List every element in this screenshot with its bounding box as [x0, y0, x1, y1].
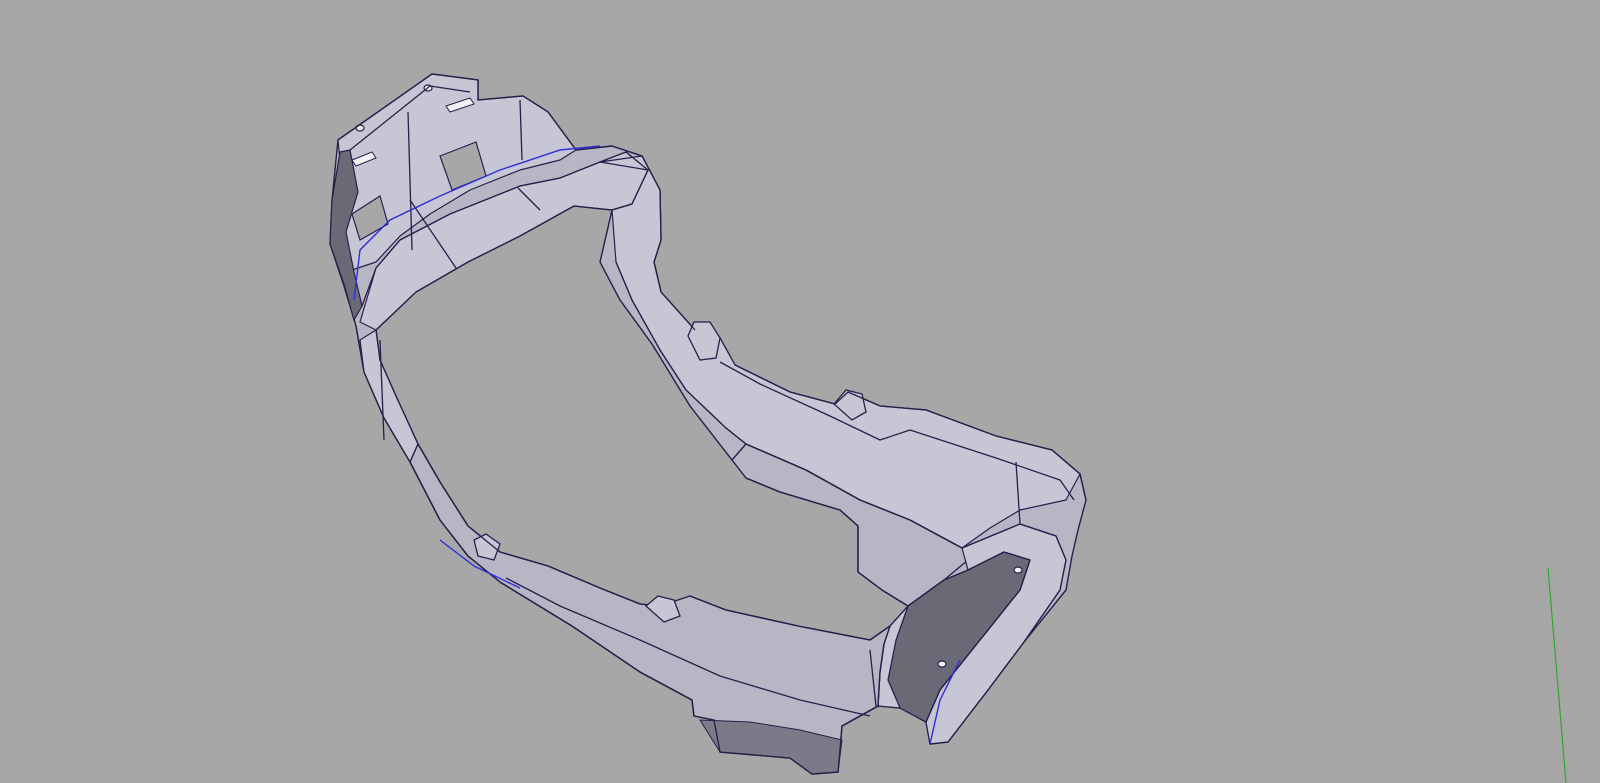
mount-hole — [1013, 566, 1023, 574]
3d-model-viewport[interactable] — [0, 0, 1600, 783]
model-canvas[interactable] — [0, 0, 1600, 783]
mount-hole — [937, 660, 947, 668]
